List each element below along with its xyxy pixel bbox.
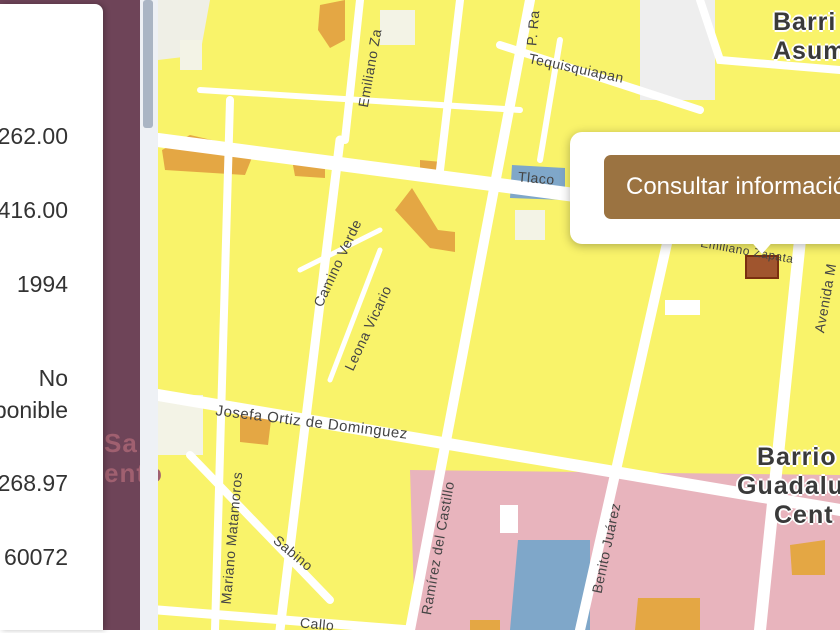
consult-information-button[interactable]: Consultar información (604, 155, 840, 219)
street-label-callo: Callo (299, 614, 336, 633)
neighborhood-guadalupe-line2: Guadalu (737, 472, 840, 500)
info-value-2: 416.00 (0, 197, 68, 223)
mixed-zone (790, 540, 825, 575)
info-value-4: No (38, 365, 68, 391)
neighborhood-asuncion-line1: Barri (773, 8, 837, 36)
street-label-tlaco: Tlaco (517, 168, 556, 188)
mixed-zone (635, 598, 700, 630)
info-value-5: ponible (0, 397, 68, 423)
street-label-p-ra: P. Ra (523, 9, 543, 47)
side-neighborhood-label-1: Sa (104, 428, 138, 458)
panel-scrollbar-thumb[interactable] (143, 0, 153, 128)
info-panel: 262.00 416.00 1994 No ponible 268.97 600… (0, 4, 103, 630)
info-value-3: 1994 (16, 271, 68, 297)
info-value-1: 262.00 (0, 123, 68, 149)
info-value-7: 60072 (4, 544, 68, 570)
neighborhood-guadalupe-line3: Cent (774, 501, 834, 529)
info-value-6: 268.97 (0, 470, 68, 496)
map-popup-pointer (748, 238, 776, 254)
mixed-zone (470, 620, 500, 630)
neighborhood-guadalupe-line1: Barrio (757, 443, 837, 471)
neighborhood-asuncion-line2: Asum (773, 37, 840, 65)
